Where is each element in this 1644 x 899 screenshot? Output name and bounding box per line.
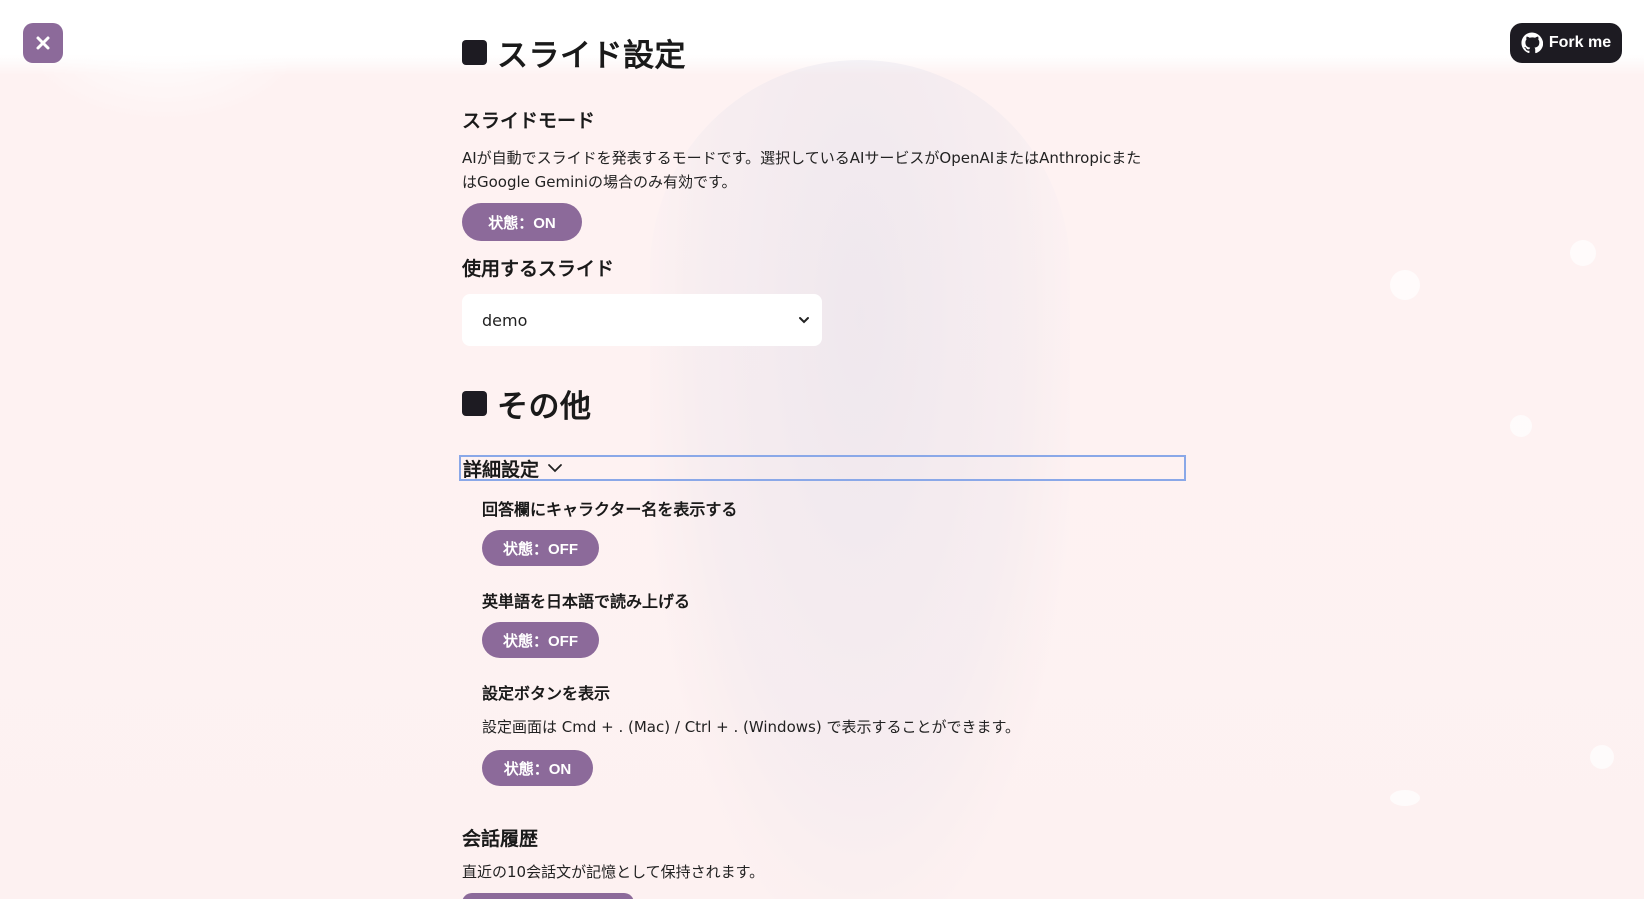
close-button[interactable] — [23, 23, 63, 63]
slide-settings-title-text: スライド設定 — [497, 38, 686, 74]
slide-mode-heading: スライドモード — [462, 110, 596, 132]
fork-me-label: Fork me — [1548, 34, 1612, 51]
show-settings-button-description: 設定画面は Cmd + . (Mac) / Ctrl + . (Windows)… — [482, 718, 1020, 736]
slide-mode-description-line2: はGoogle Geminiの場合のみ有効です。 — [462, 173, 737, 191]
other-settings-title: その他 — [462, 381, 592, 426]
conversation-history-heading: 会話履歴 — [462, 828, 539, 850]
settings-overlay — [0, 0, 1644, 899]
advanced-settings-label: 詳細設定 — [463, 458, 540, 481]
other-settings-title-text: その他 — [497, 389, 592, 425]
slide-settings-title: スライド設定 — [462, 30, 686, 75]
conversation-history-description: 直近の10会話文が記憶として保持されます。 — [462, 863, 765, 881]
english-to-japanese-heading: 英単語を日本語で読み上げる — [482, 592, 691, 611]
slide-mode-toggle[interactable]: 状態：ON — [462, 203, 582, 241]
english-to-japanese-toggle[interactable]: 状態：OFF — [482, 622, 599, 658]
slide-select[interactable]: demo — [462, 294, 822, 346]
show-character-name-heading: 回答欄にキャラクター名を表示する — [482, 500, 738, 519]
slide-mode-description-line1: AIが自動でスライドを発表するモードです。選択しているAIサービスがOpenAI… — [462, 149, 1142, 167]
slide-select-heading: 使用するスライド — [462, 258, 615, 280]
close-icon — [36, 36, 50, 50]
chevron-down-icon — [548, 464, 562, 473]
show-character-name-toggle[interactable]: 状態：OFF — [482, 530, 599, 566]
show-settings-button-toggle[interactable]: 状態：ON — [482, 750, 593, 786]
chevron-down-icon — [799, 317, 809, 324]
slide-select-value: demo — [482, 310, 528, 330]
background — [0, 0, 1644, 899]
advanced-settings-summary[interactable]: 詳細設定 — [459, 455, 1186, 481]
github-icon — [1521, 32, 1543, 54]
square-icon — [462, 391, 487, 416]
show-settings-button-heading: 設定ボタンを表示 — [482, 684, 611, 703]
fork-me-button[interactable]: Fork me — [1510, 23, 1622, 63]
square-icon — [462, 40, 487, 65]
reset-history-button[interactable] — [462, 893, 634, 899]
